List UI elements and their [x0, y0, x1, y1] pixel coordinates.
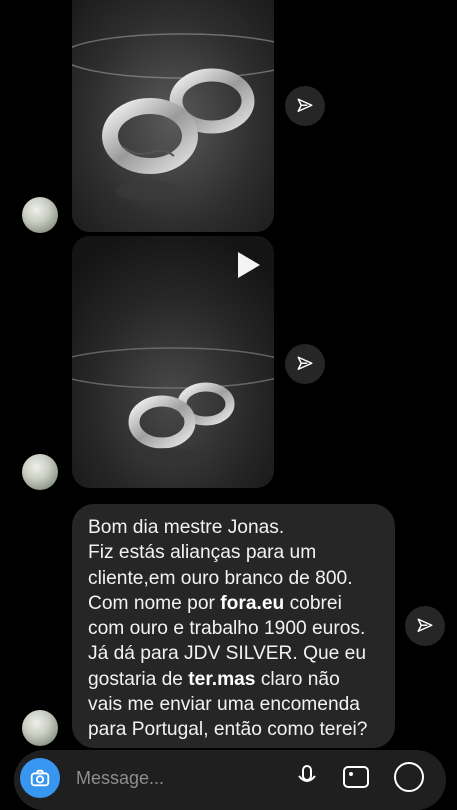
avatar[interactable]	[22, 454, 58, 490]
avatar[interactable]	[22, 710, 58, 746]
paper-plane-icon	[417, 618, 433, 632]
message-line: com ouro e trabalho 1900 euros.	[88, 618, 366, 640]
share-button[interactable]	[285, 86, 325, 126]
message-link-text: fora.eu	[220, 592, 285, 614]
message-text: cobrei	[289, 592, 342, 614]
gallery-icon[interactable]	[342, 764, 370, 790]
microphone-icon[interactable]	[296, 764, 318, 790]
paper-plane-icon	[297, 356, 313, 370]
camera-button[interactable]	[20, 758, 60, 798]
camera-icon	[30, 769, 50, 787]
message-line: Fiz estás alianças para um	[88, 542, 317, 564]
paper-plane-icon	[297, 98, 313, 112]
message-composer[interactable]: Message...	[14, 750, 446, 810]
message-text: Com nome por	[88, 592, 215, 614]
message-text: gostaria de	[88, 668, 183, 690]
play-icon[interactable]	[238, 252, 260, 278]
message-line: Bom dia mestre Jonas.	[88, 517, 285, 538]
share-button[interactable]	[285, 344, 325, 384]
message-text: claro não	[260, 668, 340, 690]
message-link-text: ter.mas	[188, 668, 256, 690]
add-icon[interactable]	[394, 762, 424, 792]
rings-photo	[72, 0, 274, 232]
share-button[interactable]	[405, 606, 445, 646]
avatar[interactable]	[22, 197, 58, 233]
message-bubble[interactable]: Bom dia mestre Jonas. Fiz estás alianças…	[72, 504, 395, 748]
message-line: cliente,em ouro branco de 800.	[88, 567, 353, 589]
message-line: para Portugal, então como terei?	[88, 719, 368, 741]
video-message[interactable]	[72, 236, 274, 488]
message-line: gostaria de ter.mas claro não	[88, 667, 381, 692]
message-line: vais me enviar uma encomenda	[88, 694, 360, 716]
message-input[interactable]: Message...	[76, 768, 164, 789]
message-line: Já dá para JDV SILVER. Que eu	[88, 643, 367, 665]
message-line: Com nome por fora.eu cobrei	[88, 591, 381, 616]
photo-message[interactable]	[72, 0, 274, 232]
